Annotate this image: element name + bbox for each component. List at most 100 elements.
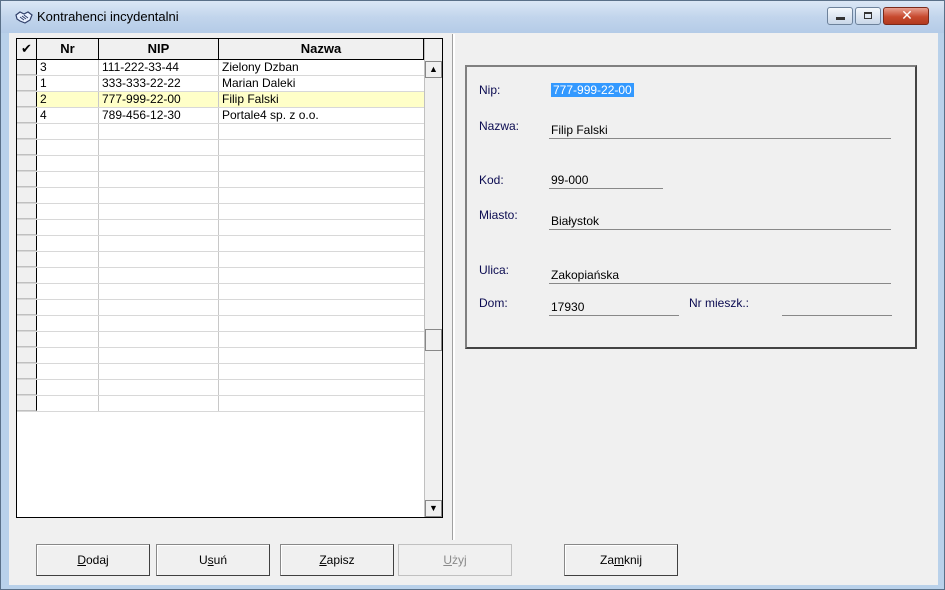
empty-table-row[interactable] — [17, 140, 424, 156]
cell-nip[interactable]: 789-456-12-30 — [99, 108, 219, 123]
column-header-nr[interactable]: Nr — [37, 39, 99, 59]
cell-nr[interactable] — [37, 364, 99, 379]
zapisz-button[interactable]: Zapisz — [280, 544, 394, 576]
cell-nazwa[interactable] — [219, 364, 424, 379]
grid-scrollbar[interactable]: ▲ ▼ — [424, 39, 442, 517]
table-row[interactable]: 3 111-222-33-44 Zielony Dzban — [17, 60, 424, 76]
cell-nr[interactable] — [37, 332, 99, 347]
row-selector[interactable] — [17, 300, 37, 315]
cell-nr[interactable] — [37, 252, 99, 267]
cell-nip[interactable]: 333-333-22-22 — [99, 76, 219, 91]
contractors-grid[interactable]: ✔ Nr NIP Nazwa 3 111-222-33-44 Zielony Dzb… — [16, 38, 443, 518]
cell-nr[interactable]: 3 — [37, 60, 99, 75]
row-selector[interactable] — [17, 140, 37, 155]
cell-nr[interactable]: 2 — [37, 92, 99, 107]
cell-nr[interactable]: 4 — [37, 108, 99, 123]
row-selector[interactable] — [17, 316, 37, 331]
empty-table-row[interactable] — [17, 268, 424, 284]
cell-nip[interactable] — [99, 268, 219, 283]
cell-nazwa[interactable] — [219, 332, 424, 347]
cell-nr[interactable] — [37, 236, 99, 251]
row-selector[interactable] — [17, 220, 37, 235]
cell-nr[interactable] — [37, 396, 99, 411]
cell-nazwa[interactable] — [219, 268, 424, 283]
empty-table-row[interactable] — [17, 348, 424, 364]
cell-nazwa[interactable] — [219, 204, 424, 219]
empty-table-row[interactable] — [17, 284, 424, 300]
empty-table-row[interactable] — [17, 188, 424, 204]
cell-nip[interactable] — [99, 300, 219, 315]
cell-nip[interactable] — [99, 252, 219, 267]
row-selector[interactable] — [17, 396, 37, 411]
nazwa-field[interactable]: Filip Falski — [549, 122, 891, 139]
dom-field[interactable]: 17930 — [549, 299, 679, 316]
panel-splitter[interactable] — [452, 34, 455, 540]
cell-nr[interactable] — [37, 188, 99, 203]
cell-nazwa[interactable] — [219, 156, 424, 171]
cell-nazwa[interactable] — [219, 252, 424, 267]
cell-nip[interactable] — [99, 332, 219, 347]
cell-nr[interactable] — [37, 172, 99, 187]
scroll-down-arrow-icon[interactable]: ▼ — [425, 500, 442, 517]
miasto-field[interactable]: Białystok — [549, 213, 891, 230]
close-button[interactable]: ✕ — [883, 7, 929, 25]
row-selector[interactable] — [17, 380, 37, 395]
nip-field[interactable]: 777-999-22-00 — [549, 82, 699, 99]
row-selector[interactable] — [17, 92, 37, 107]
cell-nazwa[interactable] — [219, 380, 424, 395]
maximize-button[interactable] — [855, 7, 881, 25]
cell-nr[interactable] — [37, 268, 99, 283]
column-header-select-icon[interactable]: ✔ — [17, 39, 37, 59]
row-selector[interactable] — [17, 364, 37, 379]
empty-table-row[interactable] — [17, 204, 424, 220]
empty-table-row[interactable] — [17, 156, 424, 172]
ulica-field[interactable]: Zakopiańska — [549, 267, 891, 284]
row-selector[interactable] — [17, 204, 37, 219]
cell-nip[interactable] — [99, 348, 219, 363]
row-selector[interactable] — [17, 284, 37, 299]
scroll-thumb[interactable] — [425, 329, 442, 351]
cell-nazwa[interactable] — [219, 220, 424, 235]
row-selector[interactable] — [17, 108, 37, 123]
cell-nr[interactable] — [37, 348, 99, 363]
table-row[interactable]: 1 333-333-22-22 Marian Daleki — [17, 76, 424, 92]
column-header-nazwa[interactable]: Nazwa — [219, 39, 424, 59]
empty-table-row[interactable] — [17, 316, 424, 332]
empty-table-row[interactable] — [17, 300, 424, 316]
cell-nip[interactable] — [99, 188, 219, 203]
empty-table-row[interactable] — [17, 172, 424, 188]
cell-nip[interactable] — [99, 172, 219, 187]
cell-nip[interactable] — [99, 140, 219, 155]
empty-table-row[interactable] — [17, 396, 424, 412]
cell-nip[interactable] — [99, 364, 219, 379]
table-row[interactable]: 4 789-456-12-30 Portale4 sp. z o.o. — [17, 108, 424, 124]
cell-nr[interactable] — [37, 140, 99, 155]
row-selector[interactable] — [17, 188, 37, 203]
row-selector[interactable] — [17, 172, 37, 187]
cell-nazwa[interactable]: Zielony Dzban — [219, 60, 424, 75]
cell-nazwa[interactable] — [219, 348, 424, 363]
cell-nr[interactable] — [37, 204, 99, 219]
row-selector[interactable] — [17, 124, 37, 139]
cell-nr[interactable] — [37, 220, 99, 235]
row-selector[interactable] — [17, 268, 37, 283]
zamknij-button[interactable]: Zamknij — [564, 544, 678, 576]
cell-nr[interactable] — [37, 300, 99, 315]
row-selector[interactable] — [17, 60, 37, 75]
cell-nr[interactable] — [37, 156, 99, 171]
kod-field[interactable]: 99-000 — [549, 172, 663, 189]
row-selector[interactable] — [17, 332, 37, 347]
empty-table-row[interactable] — [17, 236, 424, 252]
cell-nip[interactable] — [99, 220, 219, 235]
empty-table-row[interactable] — [17, 380, 424, 396]
cell-nip[interactable] — [99, 380, 219, 395]
cell-nip[interactable] — [99, 124, 219, 139]
column-header-nip[interactable]: NIP — [99, 39, 219, 59]
cell-nip[interactable] — [99, 396, 219, 411]
cell-nazwa[interactable] — [219, 284, 424, 299]
cell-nazwa[interactable]: Marian Daleki — [219, 76, 424, 91]
cell-nr[interactable] — [37, 124, 99, 139]
cell-nazwa[interactable] — [219, 316, 424, 331]
cell-nazwa[interactable] — [219, 300, 424, 315]
row-selector[interactable] — [17, 76, 37, 91]
